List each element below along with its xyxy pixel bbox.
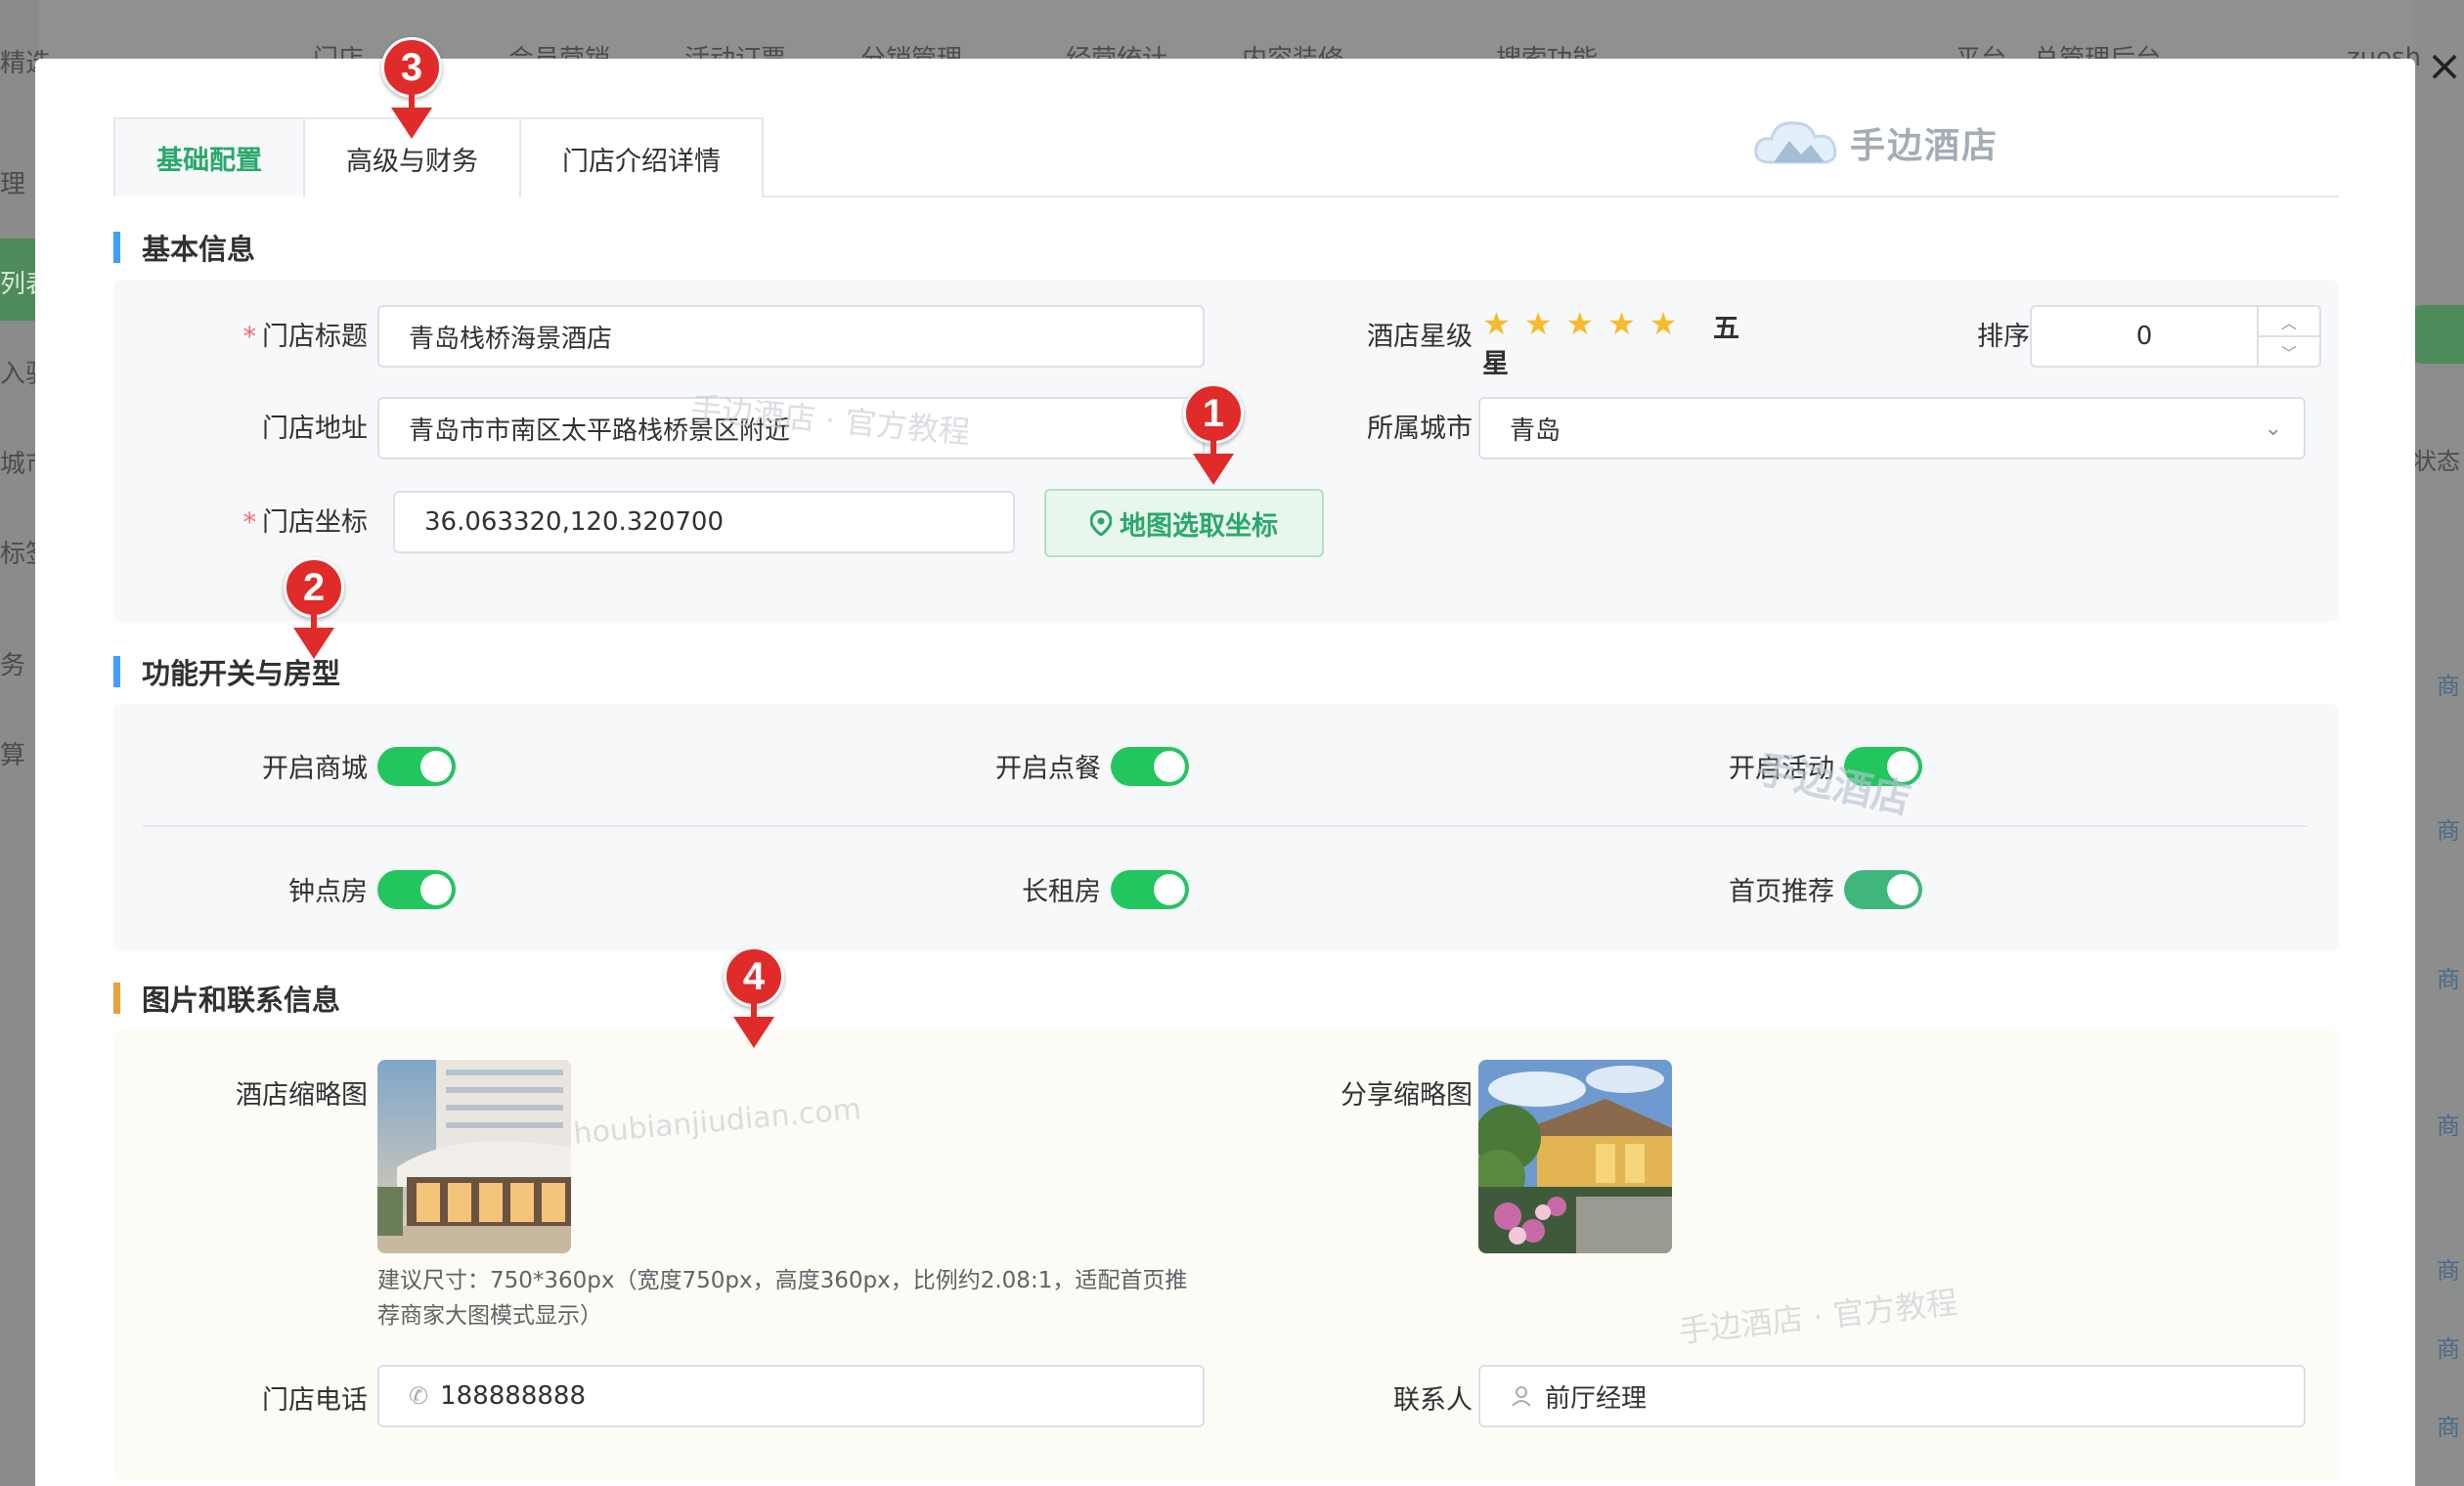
contact-input[interactable]: 前厅经理 (1478, 1365, 2306, 1427)
toggle-dining[interactable] (1111, 747, 1189, 786)
city-select[interactable]: 青岛 ⌄ (1478, 397, 2306, 459)
toggle-long-stay[interactable] (1111, 870, 1189, 909)
background-right-item: 状态 (2413, 448, 2460, 475)
background-left-item: 理 (0, 170, 26, 199)
thumb-size-hint-line2: 荐商家大图模式显示） (377, 1303, 602, 1329)
background-right-item: 商 (2437, 1113, 2460, 1140)
brand-logo: 手边酒店 (1750, 113, 1999, 172)
tab-bar: 基础配置 高级与财务 门店介绍详情 (113, 117, 2339, 197)
features-panel: 开启商城 开启点餐 开启活动 钟点房 长租房 首页推荐 (113, 704, 2339, 950)
section-bar (113, 232, 120, 263)
tab-basic-config[interactable]: 基础配置 (113, 117, 305, 197)
star-rating-text: 五 (1713, 314, 1739, 344)
section-media-header: 图片和联系信息 (113, 978, 340, 1019)
sort-label: 排序 (1977, 322, 2030, 352)
toggle-label-dining: 开启点餐 (995, 754, 1101, 784)
contact-value: 前厅经理 (1545, 1383, 1648, 1414)
location-pin-icon (1090, 510, 1112, 536)
city-label: 所属城市 (1367, 414, 1473, 444)
toggle-home-recommend[interactable] (1844, 870, 1922, 909)
share-thumbnail-image[interactable] (1478, 1060, 1672, 1253)
cloud-mountain-icon (1754, 121, 1837, 164)
star-icon[interactable]: ★ (1524, 305, 1553, 342)
chevron-down-icon: ⌄ (2264, 416, 2282, 441)
store-coord-label: * 门店坐标 (242, 507, 369, 538)
chevron-down-icon[interactable]: ﹀ (2259, 337, 2319, 366)
user-icon (1512, 1386, 1531, 1407)
section-basic-header: 基本信息 (113, 227, 255, 268)
sort-value[interactable]: 0 (2032, 322, 2257, 351)
annotation-marker-3: 3 (377, 37, 446, 145)
store-phone-value: 188888888 (440, 1381, 586, 1411)
annotation-marker-2: 2 (280, 557, 348, 665)
star-icon[interactable]: ★ (1607, 305, 1636, 342)
sort-stepper[interactable]: 0 ︿ ﹀ (2030, 305, 2321, 368)
map-pick-button[interactable]: 地图选取坐标 (1044, 489, 1324, 557)
store-coord-input[interactable]: 36.063320,120.320700 (393, 491, 1015, 553)
close-icon[interactable]: × (2425, 45, 2464, 88)
star-rating-text-2: 星 (1482, 349, 1509, 379)
background-right-item: 商 (2437, 966, 2460, 993)
annotation-marker-4: 4 (720, 946, 788, 1054)
thumb-size-hint: 建议尺寸：750*360px（宽度750px，高度360px，比例约2.08:1… (377, 1263, 1218, 1333)
features-divider (143, 825, 2308, 827)
phone-icon: ✆ (409, 1382, 429, 1410)
sort-stepper-arrows: ︿ ﹀ (2257, 307, 2319, 366)
hotel-thumb-label: 酒店缩略图 (236, 1080, 368, 1111)
background-right-search (2413, 305, 2464, 364)
media-contact-panel: 酒店缩略图 建议尺寸：750*360px（宽度750px，高度360px，比例约… (113, 1030, 2339, 1480)
section-bar (113, 983, 120, 1014)
section-title: 图片和联系信息 (142, 983, 341, 1017)
background-right-item: 商 (2437, 673, 2460, 700)
store-title-input[interactable]: 青岛栈桥海景酒店 (377, 305, 1205, 368)
store-address-label: 门店地址 (262, 414, 368, 444)
store-edit-dialog: 基础配置 高级与财务 门店介绍详情 手边酒店 基本信息 * 门店标题 青岛栈桥海景… (35, 37, 2415, 1486)
tab-store-intro[interactable]: 门店介绍详情 (519, 117, 764, 197)
brand-logo-text: 手边酒店 (1850, 126, 2000, 166)
section-bar (113, 656, 120, 687)
background-right-item: 商 (2437, 1257, 2460, 1285)
star-rating[interactable]: ★ ★ ★ ★ ★ (1482, 305, 1677, 342)
star-icon[interactable]: ★ (1482, 305, 1511, 342)
background-left-item: 算 (0, 741, 26, 770)
thumb-size-hint-line1: 建议尺寸：750*360px（宽度750px，高度360px，比例约2.08:1… (377, 1268, 1188, 1293)
contact-label: 联系人 (1393, 1385, 1473, 1416)
store-title-label: * 门店标题 (242, 322, 369, 352)
map-pick-button-label: 地图选取坐标 (1120, 510, 1278, 542)
toggle-label-long-stay: 长租房 (1022, 877, 1101, 907)
hotel-thumbnail-image[interactable] (377, 1060, 571, 1253)
background-right-item: 商 (2437, 817, 2460, 845)
background-left-item: 务 (0, 651, 26, 680)
toggle-label-home-recommend: 首页推荐 (1729, 877, 1834, 907)
toggle-hourly-room[interactable] (377, 870, 456, 909)
background-right-item: 商 (2437, 1335, 2460, 1363)
background-right-item: 商 (2437, 1414, 2460, 1441)
store-phone-label: 门店电话 (262, 1385, 368, 1416)
annotation-marker-1: 1 (1179, 383, 1248, 491)
section-title: 基本信息 (142, 233, 256, 266)
share-thumb-label: 分享缩略图 (1341, 1080, 1473, 1111)
store-phone-input[interactable]: ✆ 188888888 (377, 1365, 1205, 1427)
toggle-mall[interactable] (377, 747, 456, 786)
star-icon[interactable]: ★ (1650, 305, 1678, 342)
toggle-label-mall: 开启商城 (262, 754, 368, 784)
star-icon[interactable]: ★ (1565, 305, 1594, 342)
hotel-star-label: 酒店星级 (1367, 322, 1473, 352)
city-select-value: 青岛 (1510, 415, 1562, 446)
toggle-label-hourly-room: 钟点房 (288, 877, 368, 907)
chevron-up-icon[interactable]: ︿ (2259, 307, 2319, 337)
